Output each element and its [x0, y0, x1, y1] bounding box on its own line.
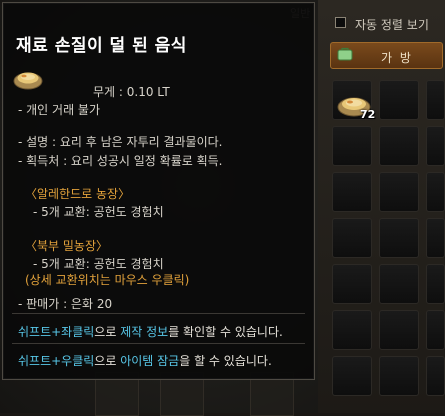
inventory-slot[interactable] [426, 126, 445, 166]
bag-icon [337, 47, 353, 61]
auto-sort-checkbox[interactable] [335, 17, 346, 28]
inventory-slot[interactable] [379, 264, 419, 304]
inventory-slot[interactable] [426, 356, 445, 396]
inventory-slot[interactable] [379, 356, 419, 396]
inventory-slot[interactable] [426, 264, 445, 304]
info-lock-hint: 쉬프트+우클릭으로 아이템 잠금을 할 수 있습니다. [18, 352, 272, 369]
item-stack-count: 72 [360, 108, 376, 121]
inventory-slot[interactable] [332, 172, 372, 212]
tooltip-line-farm-1: 〈알레한드로 농장〉 [25, 187, 131, 201]
tooltip-line-description: - 설명 : 요리 후 남은 자투리 결과물이다. [18, 135, 223, 149]
inventory-slot[interactable] [379, 80, 419, 120]
tooltip-line-trade: - 개인 거래 불가 [18, 103, 101, 117]
tooltip-line-price: - 판매가 : 은화 20 [18, 297, 113, 311]
tooltip-divider [12, 313, 305, 314]
item-weight: 무게 : 0.10 LT [93, 85, 170, 99]
tooltip-line-exchange-hint: (상세 교환위치는 마우스 우클릭) [25, 273, 190, 287]
inventory-slot[interactable] [332, 356, 372, 396]
info-key: 쉬프트+좌클릭 [18, 325, 95, 339]
inventory-slot[interactable] [379, 310, 419, 350]
tooltip-line-exchange-1: - 5개 교환: 공헌도 경험치 [33, 205, 164, 219]
info-keyword: 아이템 잠금 [120, 354, 180, 368]
info-craft-hint: 쉬프트+좌클릭으로 제작 정보를 확인할 수 있습니다. [18, 323, 283, 340]
inventory-slot[interactable] [379, 172, 419, 212]
info-text: 를 확인할 수 있습니다. [168, 325, 283, 339]
info-text: 을 할 수 있습니다. [179, 354, 272, 368]
inventory-slot[interactable] [332, 126, 372, 166]
item-title: 재료 손질이 덜 된 음식 [16, 36, 187, 56]
inventory-slot[interactable] [332, 218, 372, 258]
bag-label: 가 방 [381, 51, 413, 65]
inventory-slot[interactable] [426, 218, 445, 258]
item-tooltip: 재료 손질이 덜 된 음식 무게 : 0.10 LT - 개인 거래 불가 - … [2, 2, 315, 380]
inventory-slot[interactable] [379, 126, 419, 166]
tooltip-line-exchange-2: - 5개 교환: 공헌도 경험치 [33, 257, 164, 271]
inventory-slot[interactable] [426, 80, 445, 120]
info-key: 쉬프트+우클릭 [18, 354, 95, 368]
tooltip-divider [12, 343, 305, 344]
inventory-slot[interactable] [426, 172, 445, 212]
inventory-slot[interactable] [426, 310, 445, 350]
info-text: 으로 [94, 325, 121, 339]
info-keyword: 제작 정보 [120, 325, 169, 339]
inventory-slot[interactable] [379, 218, 419, 258]
inventory-slot[interactable] [332, 310, 372, 350]
tooltip-line-farm-2: 〈북부 밀농장〉 [25, 239, 109, 253]
tooltip-line-source: - 획득처 : 요리 성공시 일정 확률로 획득. [18, 154, 223, 168]
inventory-slot[interactable] [332, 264, 372, 304]
auto-sort-label: 자동 정렬 보기 [355, 18, 429, 32]
info-text: 으로 [94, 354, 121, 368]
item-icon [13, 72, 43, 90]
